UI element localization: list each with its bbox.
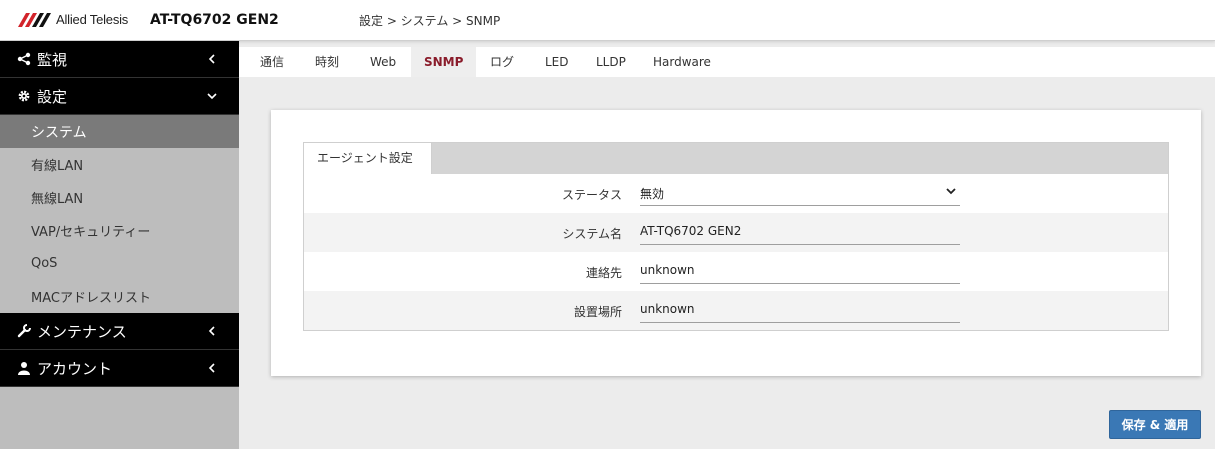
top-header: Allied Telesis AT-TQ6702 GEN2 設定 > システム … (0, 0, 1215, 41)
save-apply-button[interactable]: 保存 & 適用 (1109, 410, 1201, 439)
sidebar-item-vap-security[interactable]: VAP/セキュリティー (0, 214, 239, 247)
sidebar-section-maintenance[interactable]: メンテナンス (0, 313, 239, 350)
sidebar-section-monitor[interactable]: 監視 (0, 41, 239, 78)
sidebar-section-settings[interactable]: 設定 (0, 78, 239, 115)
sidebar-item-system[interactable]: システム (0, 115, 239, 148)
chevron-left-icon (208, 363, 215, 373)
gear-icon (17, 89, 31, 103)
tab-hardware[interactable]: Hardware (653, 47, 711, 77)
agent-settings-panel: エージェント設定 ステータス 無効 システム名 連絡先 設置場所 (303, 142, 1169, 331)
sidebar-section-account[interactable]: アカウント (0, 350, 239, 387)
sidebar-section-label: 監視 (37, 50, 68, 69)
share-icon (17, 52, 31, 66)
tab-communication[interactable]: 通信 (260, 47, 284, 77)
breadcrumb: 設定 > システム > SNMP (359, 14, 501, 28)
status-row: ステータス 無効 (304, 174, 1168, 213)
status-label: ステータス (561, 188, 622, 202)
chevron-down-icon (946, 188, 956, 195)
status-selected-value: 無効 (640, 187, 665, 201)
user-icon (17, 361, 31, 375)
sidebar-item-mac-address-list[interactable]: MACアドレスリスト (0, 280, 239, 313)
location-input[interactable] (640, 295, 960, 323)
chevron-down-icon (207, 93, 217, 100)
settings-tabs: 通信 時刻 Web SNMP ログ LED LLDP Hardware (239, 47, 1215, 77)
agent-settings-title: エージェント設定 (304, 143, 432, 174)
logo: Allied Telesis (18, 12, 128, 27)
sidebar-item-qos[interactable]: QoS (0, 247, 239, 280)
allied-telesis-logo-icon (18, 12, 51, 27)
location-row: 設置場所 (304, 291, 1168, 330)
agent-settings-header: エージェント設定 (304, 143, 1168, 174)
tab-time[interactable]: 時刻 (315, 47, 339, 77)
system-name-row: システム名 (304, 213, 1168, 252)
tab-web[interactable]: Web (370, 47, 396, 77)
contact-label: 連絡先 (585, 266, 622, 280)
tab-log[interactable]: ログ (490, 47, 514, 77)
sidebar-section-label: 設定 (37, 87, 68, 106)
device-model: AT-TQ6702 GEN2 (150, 12, 279, 28)
sidebar-section-label: アカウント (37, 359, 113, 378)
logo-text: Allied Telesis (56, 12, 129, 27)
sidebar-section-label: メンテナンス (37, 322, 127, 341)
chevron-left-icon (208, 326, 215, 336)
snmp-settings-card: エージェント設定 ステータス 無効 システム名 連絡先 設置場所 (271, 110, 1201, 376)
location-label: 設置場所 (573, 305, 622, 319)
tab-snmp[interactable]: SNMP (411, 47, 477, 77)
sidebar: 監視 設定 システム 有線LAN 無線LAN VAP/セキュリティー QoS M… (0, 41, 239, 449)
system-name-input[interactable] (640, 217, 960, 245)
status-select[interactable]: 無効 (640, 178, 960, 206)
tab-led[interactable]: LED (545, 47, 569, 77)
contact-input[interactable] (640, 256, 960, 284)
chevron-left-icon (208, 54, 215, 64)
tab-lldp[interactable]: LLDP (596, 47, 626, 77)
contact-row: 連絡先 (304, 252, 1168, 291)
system-name-label: システム名 (562, 227, 622, 241)
sidebar-item-wireless-lan[interactable]: 無線LAN (0, 181, 239, 214)
sidebar-item-wired-lan[interactable]: 有線LAN (0, 148, 239, 181)
wrench-icon (17, 324, 31, 338)
